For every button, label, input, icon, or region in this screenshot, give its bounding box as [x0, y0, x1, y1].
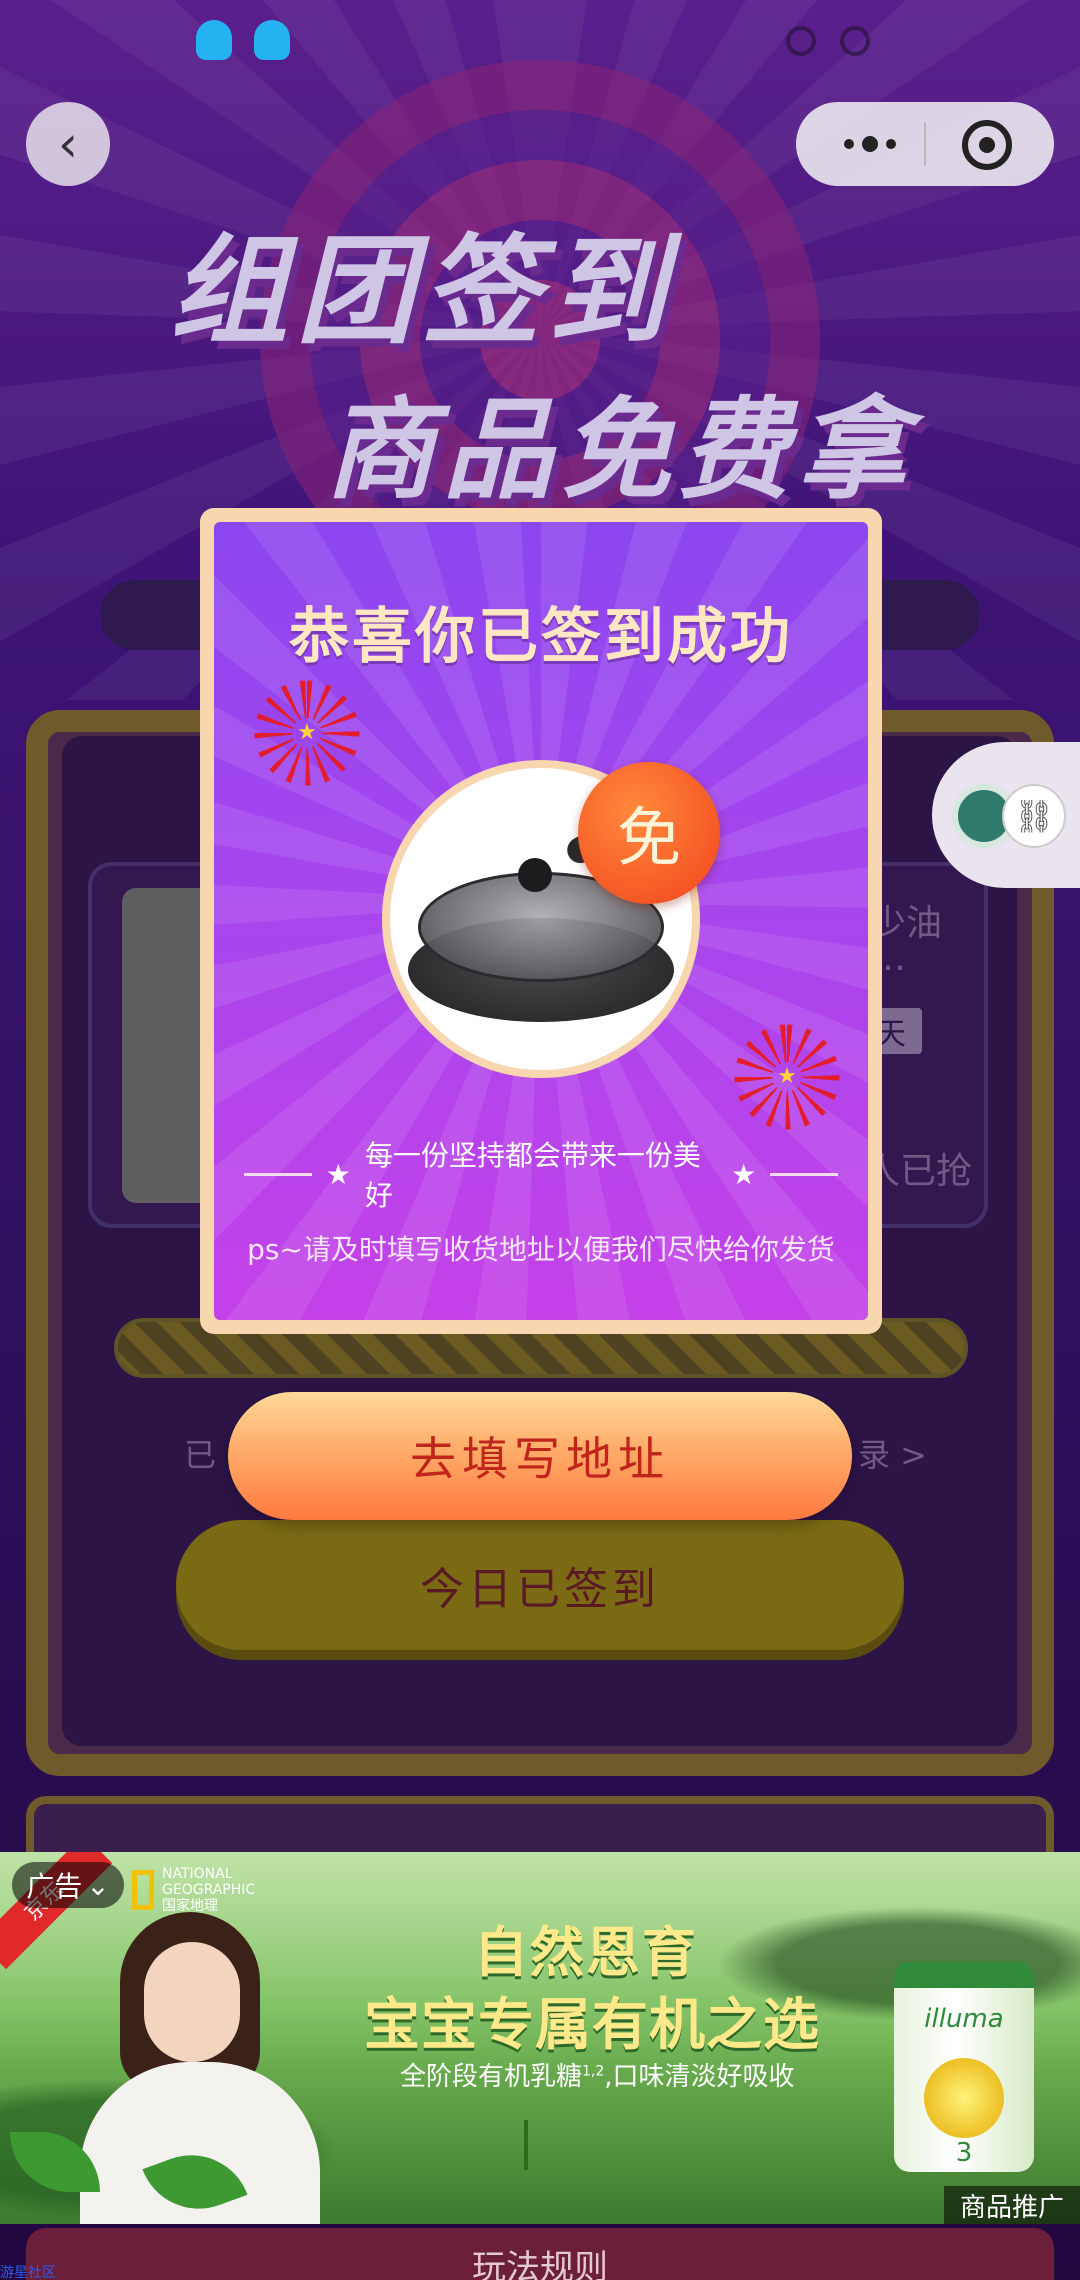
slogan-text: 每一份坚持都会带来一份美好 [364, 1139, 701, 1212]
pan-knob [518, 858, 552, 892]
signin-success-modal: 恭喜你已签到成功 ★ ★ 免 ★ 每一份坚持都会带来一份美好 ★ ps~请及时填… [200, 508, 882, 1334]
ad-product-stage: 3 [955, 2138, 973, 2168]
star-icon: ★ [777, 1064, 797, 1089]
ad-label: 广告 [26, 1870, 83, 1903]
modal-title: 恭喜你已签到成功 [289, 602, 793, 672]
free-badge: 免 [578, 762, 720, 904]
chevron-down-icon: ⌄ [86, 1868, 110, 1902]
star-icon: ★ [325, 1157, 351, 1191]
address-note: ps~请及时填写收货地址以便我们尽快给你发货 [247, 1233, 835, 1266]
fill-address-button[interactable]: 去填写地址 [228, 1392, 852, 1520]
star-icon: ★ [297, 720, 317, 745]
seedling-icon [524, 2120, 554, 2170]
divider-line [770, 1172, 839, 1176]
ad-product-brand: illuma [924, 2004, 1004, 2034]
star-icon: ★ [731, 1157, 757, 1191]
modal-body: 恭喜你已签到成功 ★ ★ 免 ★ 每一份坚持都会带来一份美好 ★ ps~请及时填… [214, 522, 868, 1320]
ad-product-emblem [924, 2058, 1004, 2138]
ad-product-can: illuma 3 [894, 1962, 1034, 2172]
slogan-row: ★ 每一份坚持都会带来一份美好 ★ [244, 1139, 839, 1212]
ad-banner[interactable]: 京东 广告 ⌄ NATIONAL GEOGRAPHIC 国家地理 自然恩育 宝宝… [0, 1852, 1080, 2224]
ad-headline-2: 宝宝专属有机之选 [364, 1993, 820, 2058]
ad-promo-label: 商品推广 [944, 2186, 1080, 2224]
natgeo-frame-icon [132, 1870, 154, 1910]
ad-headline-1: 自然恩育 [474, 1921, 698, 1984]
ad-subline: 全阶段有机乳糖1,2,口味清淡好吸收 [400, 2062, 795, 2092]
ad-label-button[interactable]: 广告 ⌄ [12, 1862, 124, 1908]
divider-line [244, 1172, 312, 1176]
natgeo-logo: NATIONAL GEOGRAPHIC 国家地理 [132, 1866, 255, 1914]
